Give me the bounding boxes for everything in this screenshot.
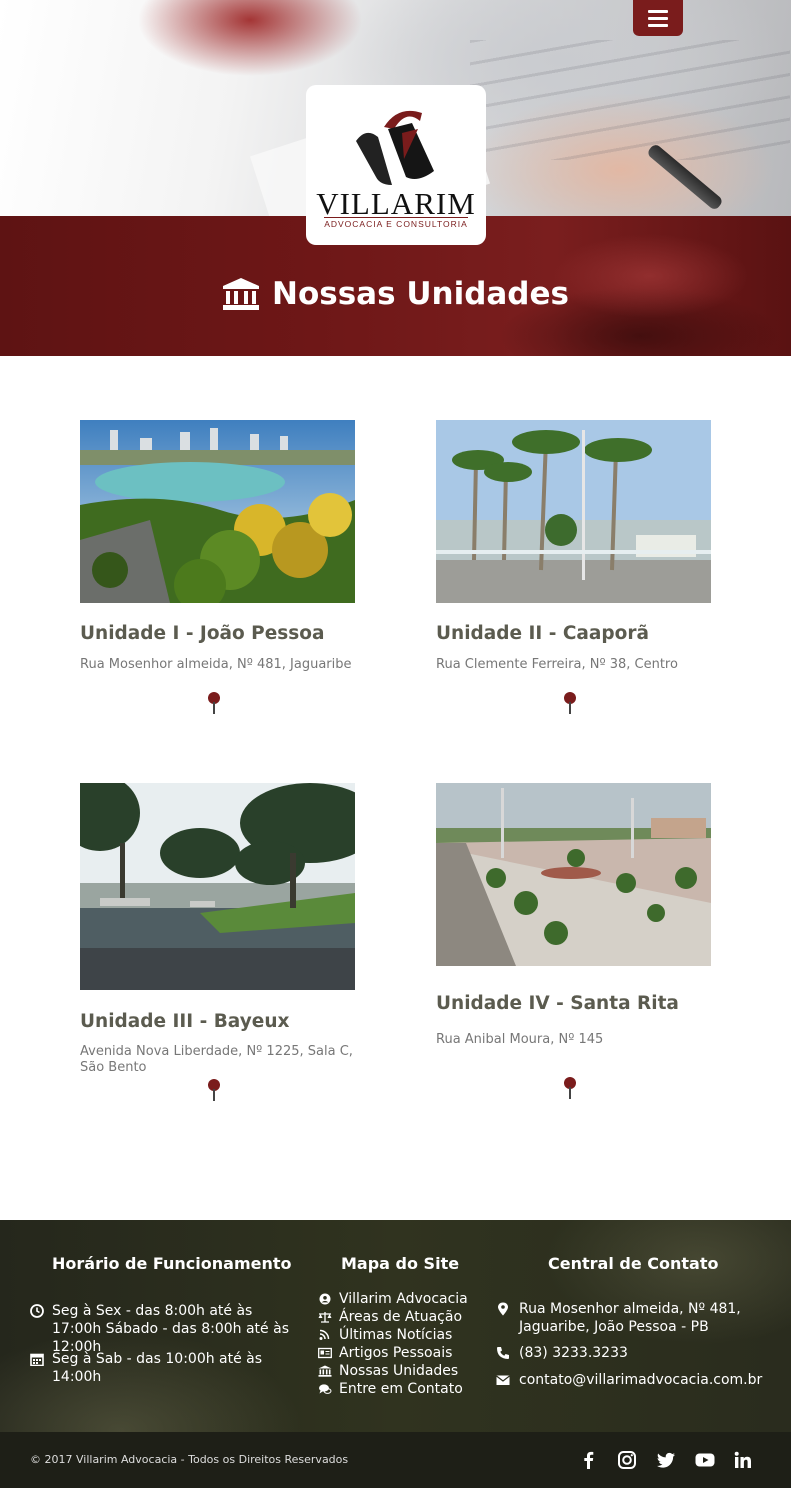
- footer: Horário de Funcionamento Seg à Sex - das…: [0, 1220, 791, 1432]
- logo-mark-icon: [356, 110, 434, 185]
- logo-title: VILLARIM: [316, 186, 476, 221]
- unit-address: Rua Mosenhor almeida, Nº 481, Jaguaribe: [80, 657, 352, 672]
- phone-icon: [497, 1347, 509, 1359]
- sitemap-item-label: Artigos Pessoais: [339, 1345, 453, 1361]
- unit-photo: [436, 420, 711, 603]
- unit-address: Rua Anibal Moura, Nº 145: [436, 1032, 604, 1047]
- sitemap-item-ultimas-noticias[interactable]: Últimas Notícias: [318, 1326, 468, 1344]
- hours-item: Seg à Sab - das 10:00h até às 14:00h: [30, 1350, 302, 1386]
- institution-icon: [223, 278, 260, 310]
- footer-hours-title: Horário de Funcionamento: [52, 1254, 292, 1273]
- unit-photo: [80, 783, 355, 990]
- linkedin-icon[interactable]: [732, 1449, 754, 1471]
- sitemap-item-label: Entre em Contato: [339, 1381, 463, 1397]
- youtube-icon[interactable]: [694, 1449, 716, 1471]
- hours-text: Seg à Sab - das 10:00h até às 14:00h: [52, 1351, 263, 1385]
- contact-email[interactable]: contato@villarimadvocacia.com.br: [496, 1371, 769, 1389]
- logo[interactable]: VILLARIM ADVOCACIA E CONSULTORIA: [306, 85, 486, 245]
- unit-photo: [80, 420, 355, 603]
- footer-contact-title: Central de Contato: [548, 1254, 719, 1273]
- hero-banner: VILLARIM ADVOCACIA E CONSULTORIA Nossas …: [0, 0, 791, 356]
- instagram-icon[interactable]: [616, 1449, 638, 1471]
- map-pin-icon[interactable]: [563, 692, 577, 714]
- clock-icon: [30, 1304, 44, 1318]
- hamburger-menu-icon[interactable]: [633, 0, 683, 36]
- hours-text: Seg à Sex - das 8:00h até às 17:00h Sába…: [52, 1303, 289, 1355]
- rss-icon: [319, 1329, 330, 1340]
- sitemap-item-label: Nossas Unidades: [339, 1363, 459, 1379]
- chat-icon: [319, 1384, 332, 1394]
- map-marker-icon: [498, 1302, 508, 1316]
- sitemap-item-label: Últimas Notícias: [339, 1327, 453, 1343]
- balance-scale-icon: [318, 1312, 332, 1323]
- sitemap-item-entre-em-contato[interactable]: Entre em Contato: [318, 1380, 468, 1398]
- sitemap-item-nossas-unidades[interactable]: Nossas Unidades: [318, 1362, 468, 1380]
- page-title: Nossas Unidades: [0, 276, 791, 312]
- sitemap-item-areas-de-atuacao[interactable]: Áreas de Atuação: [318, 1308, 468, 1326]
- unit-title: Unidade IV - Santa Rita: [436, 993, 679, 1014]
- unit-title: Unidade II - Caaporã: [436, 623, 649, 644]
- copyright-text: © 2017 Villarim Advocacia - Todos os Dir…: [30, 1453, 349, 1466]
- facebook-icon[interactable]: [578, 1449, 600, 1471]
- map-pin-icon[interactable]: [207, 1079, 221, 1101]
- logo-subtitle: ADVOCACIA E CONSULTORIA: [324, 217, 468, 229]
- contact-address-text: Rua Mosenhor almeida, Nº 481, Jaguaribe,…: [519, 1301, 741, 1335]
- calendar-icon: [30, 1353, 44, 1366]
- page-title-text: Nossas Unidades: [272, 276, 569, 312]
- contact-phone-text: (83) 3233.3233: [519, 1345, 628, 1361]
- contact-address: Rua Mosenhor almeida, Nº 481, Jaguaribe,…: [496, 1300, 769, 1336]
- unit-photo: [436, 783, 711, 966]
- contact-phone[interactable]: (83) 3233.3233: [496, 1344, 769, 1362]
- unit-title: Unidade III - Bayeux: [80, 1011, 290, 1032]
- sitemap-item-artigos-pessoais[interactable]: Artigos Pessoais: [318, 1344, 468, 1362]
- sitemap-item-villarim-advocacia[interactable]: Villarim Advocacia: [318, 1290, 468, 1308]
- sitemap-item-label: Villarim Advocacia: [339, 1291, 468, 1307]
- contact-email-text: contato@villarimadvocacia.com.br: [519, 1372, 763, 1388]
- map-pin-icon[interactable]: [563, 1077, 577, 1099]
- bottom-bar: © 2017 Villarim Advocacia - Todos os Dir…: [0, 1432, 791, 1488]
- institution-icon: [318, 1365, 332, 1377]
- twitter-icon[interactable]: [655, 1449, 677, 1471]
- sitemap-item-label: Áreas de Atuação: [339, 1309, 463, 1325]
- user-circle-icon: [319, 1293, 331, 1305]
- id-card-icon: [318, 1347, 332, 1359]
- envelope-icon: [496, 1375, 510, 1385]
- unit-title: Unidade I - João Pessoa: [80, 623, 325, 644]
- sitemap-list: Villarim Advocacia Áreas de Atuação Últi…: [318, 1290, 468, 1398]
- unit-address: Avenida Nova Liberdade, Nº 1225, Sala C,…: [80, 1044, 353, 1075]
- map-pin-icon[interactable]: [207, 692, 221, 714]
- hours-item: Seg à Sex - das 8:00h até às 17:00h Sába…: [30, 1302, 302, 1356]
- unit-address: Rua Clemente Ferreira, Nº 38, Centro: [436, 657, 678, 672]
- footer-sitemap-title: Mapa do Site: [341, 1254, 460, 1273]
